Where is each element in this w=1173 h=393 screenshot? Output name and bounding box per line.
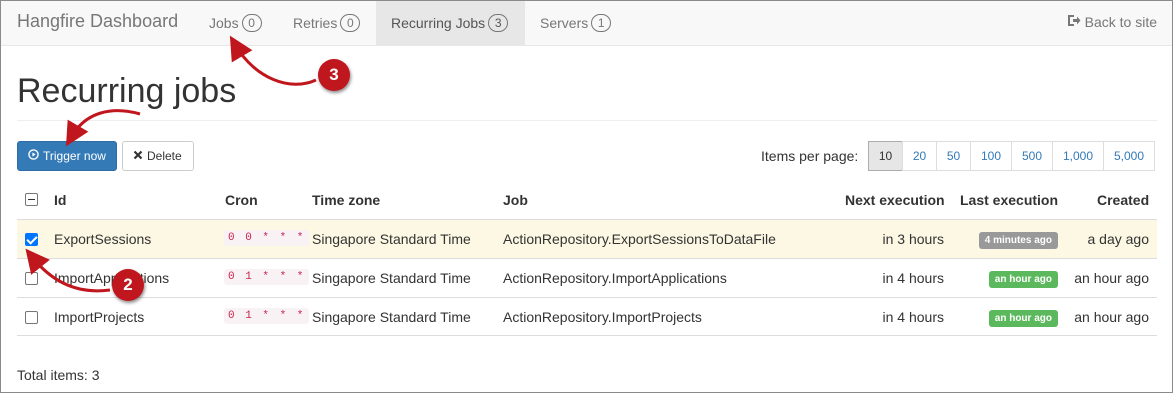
items-per-page-label: Items per page: bbox=[761, 148, 859, 164]
created-time: an hour ago bbox=[1074, 309, 1149, 325]
delete-label: Delete bbox=[147, 149, 182, 163]
job-id-link[interactable]: ExportSessions bbox=[54, 231, 151, 247]
delete-button[interactable]: Delete bbox=[122, 141, 194, 171]
column-header-last-execution: Last execution bbox=[960, 192, 1059, 208]
nav-recurring-jobs[interactable]: Recurring Jobs 3 bbox=[376, 1, 525, 45]
next-execution: in 3 hours bbox=[882, 231, 944, 247]
nav-servers[interactable]: Servers 1 bbox=[525, 1, 626, 45]
created-time: an hour ago bbox=[1074, 270, 1149, 286]
job-id-link[interactable]: ImportProjects bbox=[54, 309, 144, 325]
remove-icon bbox=[133, 149, 143, 163]
page-size-100[interactable]: 100 bbox=[970, 141, 1012, 171]
annotation-marker-2: 2 bbox=[112, 269, 144, 301]
job-method: ActionRepository.ExportSessionsToDataFil… bbox=[503, 231, 776, 247]
sign-out-icon bbox=[1067, 14, 1081, 30]
trigger-now-label: Trigger now bbox=[43, 149, 106, 163]
back-to-site-label: Back to site bbox=[1084, 14, 1157, 30]
page-size-5000[interactable]: 5,000 bbox=[1103, 141, 1155, 171]
table-row[interactable]: ImportProjects 0 1 * * * Singapore Stand… bbox=[17, 297, 1157, 336]
select-all-checkbox[interactable] bbox=[25, 193, 38, 206]
nav-recurring-jobs-label: Recurring Jobs bbox=[391, 15, 486, 31]
job-method: ActionRepository.ImportProjects bbox=[503, 309, 702, 325]
navbar: Hangfire Dashboard Jobs 0 Retries 0 Recu… bbox=[1, 1, 1172, 46]
last-execution-badge[interactable]: 4 minutes ago bbox=[978, 232, 1058, 249]
last-execution-badge[interactable]: an hour ago bbox=[988, 271, 1058, 288]
column-header-cron: Cron bbox=[225, 192, 258, 208]
nav-servers-label: Servers bbox=[540, 15, 589, 31]
nav-retries-count: 0 bbox=[340, 14, 361, 32]
row-checkbox[interactable] bbox=[25, 272, 38, 285]
table-row[interactable]: ExportSessions 0 0 * * * Singapore Stand… bbox=[17, 219, 1157, 258]
annotation-marker-3: 3 bbox=[318, 59, 350, 91]
row-checkbox[interactable] bbox=[25, 233, 38, 246]
nav-retries[interactable]: Retries 0 bbox=[278, 1, 375, 45]
page-size-20[interactable]: 20 bbox=[902, 141, 937, 171]
page-size-50[interactable]: 50 bbox=[936, 141, 971, 171]
timezone: Singapore Standard Time bbox=[312, 309, 471, 325]
nav-jobs-label: Jobs bbox=[209, 15, 239, 31]
nav-recurring-jobs-count: 3 bbox=[488, 14, 509, 32]
last-execution-badge[interactable]: an hour ago bbox=[988, 310, 1058, 327]
page-size-selector: 10 20 50 100 500 1,000 5,000 bbox=[868, 141, 1155, 171]
column-header-timezone: Time zone bbox=[312, 192, 381, 208]
table-row[interactable]: ImportApplications 0 1 * * * Singapore S… bbox=[17, 258, 1157, 297]
nav-servers-count: 1 bbox=[591, 14, 612, 32]
page-size-500[interactable]: 500 bbox=[1011, 141, 1053, 171]
back-to-site-link[interactable]: Back to site bbox=[1067, 14, 1157, 30]
column-header-id: Id bbox=[54, 192, 67, 208]
cron-expression: 0 1 * * * bbox=[224, 269, 310, 285]
cron-expression: 0 0 * * * bbox=[224, 230, 310, 246]
play-circle-icon bbox=[28, 149, 39, 163]
next-execution: in 4 hours bbox=[882, 270, 944, 286]
next-execution: in 4 hours bbox=[882, 309, 944, 325]
column-header-created: Created bbox=[1097, 192, 1150, 208]
nav-jobs-count: 0 bbox=[241, 14, 262, 32]
job-method: ActionRepository.ImportApplications bbox=[503, 270, 727, 286]
timezone: Singapore Standard Time bbox=[312, 270, 471, 286]
nav-jobs[interactable]: Jobs 0 bbox=[194, 1, 277, 45]
column-header-next-execution: Next execution bbox=[845, 192, 945, 208]
page-size-1000[interactable]: 1,000 bbox=[1052, 141, 1104, 171]
created-time: a day ago bbox=[1087, 231, 1150, 247]
title-divider bbox=[17, 120, 1157, 121]
row-checkbox[interactable] bbox=[25, 311, 38, 324]
brand[interactable]: Hangfire Dashboard bbox=[17, 11, 178, 32]
nav-retries-label: Retries bbox=[293, 15, 338, 31]
trigger-now-button[interactable]: Trigger now bbox=[17, 141, 117, 171]
page-size-10[interactable]: 10 bbox=[868, 141, 903, 171]
cron-expression: 0 1 * * * bbox=[224, 308, 310, 324]
page-title: Recurring jobs bbox=[17, 72, 237, 110]
column-header-job: Job bbox=[503, 192, 528, 208]
total-items: Total items: 3 bbox=[17, 367, 100, 383]
timezone: Singapore Standard Time bbox=[312, 231, 471, 247]
